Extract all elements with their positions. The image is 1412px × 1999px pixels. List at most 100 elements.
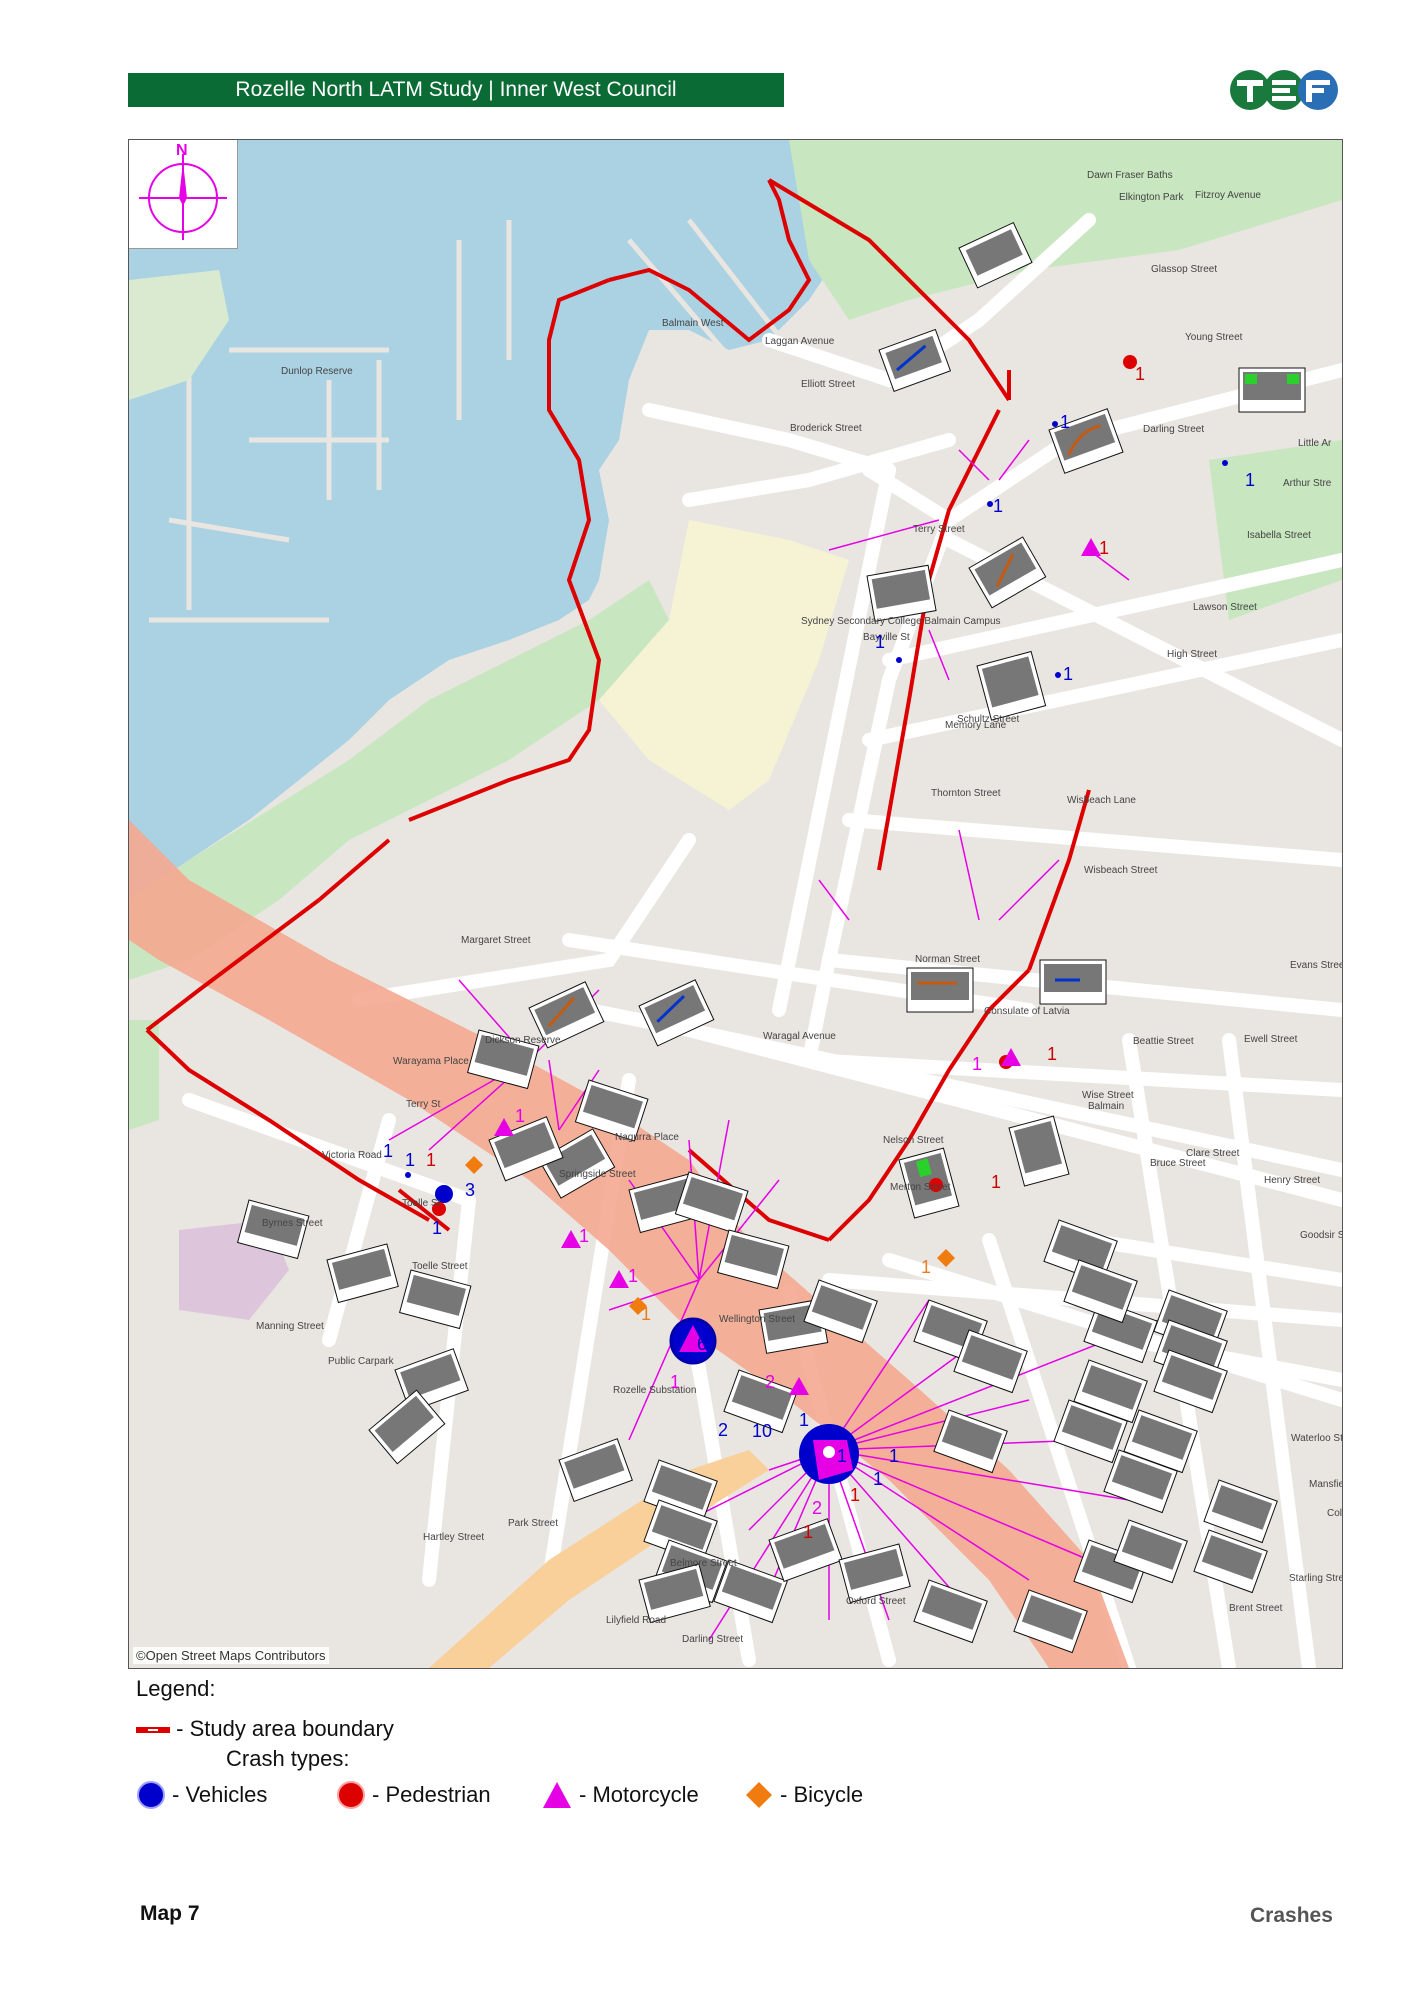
street-label: Darling Street (682, 1634, 743, 1645)
street-label: Little Ar (1298, 438, 1332, 449)
legend-item-motorcycle: - Motorcycle (541, 1780, 699, 1810)
crash-count-label: 1 (426, 1150, 436, 1170)
report-title-bar: Rozelle North LATM Study | Inner West Co… (128, 73, 784, 107)
street-label: Beattie Street (1133, 1036, 1194, 1047)
pedestrian-circle-icon (337, 1781, 365, 1809)
street-label: Wise Street (1082, 1090, 1134, 1101)
street-label: Nelson Street (883, 1135, 944, 1146)
street-label: Terry Street (913, 524, 965, 535)
map-canvas: Dawn Fraser Baths Elkington Park Fitzroy A… (129, 140, 1342, 1668)
tef-logo-icon (1228, 68, 1340, 112)
street-label: Balmain (1088, 1101, 1124, 1112)
crash-count-label: 1 (383, 1141, 393, 1161)
street-label: Waterloo Street (1291, 1433, 1342, 1444)
bicycle-diamond-icon (746, 1782, 772, 1808)
legend-crash-types-title: Crash types: (226, 1746, 350, 1771)
street-label: Elkington Park (1119, 192, 1184, 203)
crash-count-label: 1 (1245, 470, 1255, 490)
crash-count-label: 2 (765, 1372, 775, 1392)
street-label: Victoria Road (322, 1150, 382, 1161)
street-label: Lilyfield Road (606, 1615, 666, 1626)
street-label: Warayama Place (393, 1056, 469, 1067)
street-label: Merton Street (890, 1182, 951, 1193)
legend-pedestrian-label: - Pedestrian (372, 1782, 491, 1807)
crash-count-label: 1 (579, 1226, 589, 1246)
crash-count-label: 1 (1135, 364, 1145, 384)
street-label: Memory Lane (945, 720, 1007, 731)
crash-count-label: 1 (873, 1469, 883, 1489)
north-arrow: N (129, 140, 238, 249)
report-title: Rozelle North LATM Study | Inner West Co… (235, 78, 677, 101)
street-label: Hartley Street (423, 1532, 484, 1543)
map-number: Map 7 (140, 1902, 200, 1925)
street-label: Young Street (1185, 332, 1243, 343)
map-attribution: ©Open Street Maps Contributors (133, 1647, 329, 1664)
street-label: Bruce Street (1150, 1158, 1206, 1169)
crash-count-label: 1 (515, 1106, 525, 1126)
legend-bicycle-label: - Bicycle (780, 1782, 864, 1807)
legend-item-bicycle: - Bicycle (744, 1780, 863, 1810)
crash-count-label: 1 (875, 632, 885, 652)
crash-count-label: 1 (628, 1266, 638, 1286)
street-label: Norman Street (915, 954, 980, 965)
crash-count-label: 1 (993, 496, 1003, 516)
crash-count-label: 10 (752, 1421, 772, 1441)
street-label: Ewell Street (1244, 1034, 1298, 1045)
street-label: Dunlop Reserve (281, 366, 353, 377)
street-label: Toelle Street (412, 1261, 468, 1272)
crash-count-label: 1 (837, 1446, 847, 1466)
street-label: Margaret Street (461, 935, 531, 946)
crash-count-label: 1 (670, 1372, 680, 1392)
vehicle-circle-icon (137, 1781, 165, 1809)
legend-boundary: - Study area boundary (136, 1716, 394, 1742)
street-label: Fitzroy Avenue (1195, 190, 1261, 201)
crash-count-label: 1 (803, 1522, 813, 1542)
street-label: Waragal Avenue (763, 1031, 836, 1042)
street-label: Glassop Street (1151, 264, 1217, 275)
street-label: Manning Street (256, 1321, 324, 1332)
motorcycle-triangle-icon (543, 1782, 571, 1808)
street-label: Mansfield Street (1309, 1479, 1342, 1490)
street-label: Terry St (406, 1099, 441, 1110)
street-label: Brent Street (1229, 1603, 1283, 1614)
legend-title: Legend: (136, 1676, 216, 1701)
crash-map[interactable]: Dawn Fraser Baths Elkington Park Fitzroy A… (128, 139, 1343, 1669)
street-label: Starling Street (1289, 1573, 1342, 1584)
street-label: Broderick Street (790, 423, 862, 434)
crash-count-label: 1 (799, 1410, 809, 1430)
crash-count-label: 1 (1063, 664, 1073, 684)
street-label: Consulate of Latvia (984, 1006, 1070, 1017)
section-title: Crashes (1250, 1904, 1333, 1927)
boundary-line-icon (136, 1727, 170, 1734)
crash-count-label: 1 (850, 1485, 860, 1505)
street-label: Oxford Street (846, 1596, 906, 1607)
crash-count-label: 1 (921, 1257, 931, 1277)
street-label: Bayville St (863, 632, 910, 643)
street-label: Isabella Street (1247, 530, 1311, 541)
legend-boundary-label: - Study area boundary (176, 1716, 394, 1741)
crash-count-label: 1 (1060, 412, 1070, 432)
street-label: High Street (1167, 649, 1217, 660)
street-label: Dickson Reserve (485, 1035, 561, 1046)
legend-item-pedestrian: - Pedestrian (336, 1780, 491, 1810)
street-label: Thornton Street (931, 788, 1001, 799)
legend-vehicles-label: - Vehicles (172, 1782, 268, 1807)
street-label: Dawn Fraser Baths (1087, 170, 1173, 181)
crash-count-label: 1 (1099, 538, 1109, 558)
street-label: Laggan Avenue (765, 336, 835, 347)
street-label: Darling Street (1143, 424, 1204, 435)
north-label: N (176, 142, 188, 159)
street-label: Wisbeach Street (1084, 865, 1158, 876)
crash-count-label: 1 (1047, 1044, 1057, 1064)
crash-count-label: 1 (889, 1446, 899, 1466)
street-label: Wellington Street (719, 1314, 795, 1325)
street-label: Elliott Street (801, 379, 855, 390)
street-label: Henry Street (1264, 1175, 1320, 1186)
street-label: Toelle St (402, 1198, 441, 1209)
crash-count-label: 1 (641, 1304, 651, 1324)
street-label: Rozelle Substation (613, 1385, 696, 1396)
crash-count-label: 1 (432, 1218, 442, 1238)
crash-count-label: 3 (465, 1180, 475, 1200)
crash-count-label: 1 (972, 1054, 982, 1074)
street-label: Belmore Street (670, 1558, 737, 1569)
